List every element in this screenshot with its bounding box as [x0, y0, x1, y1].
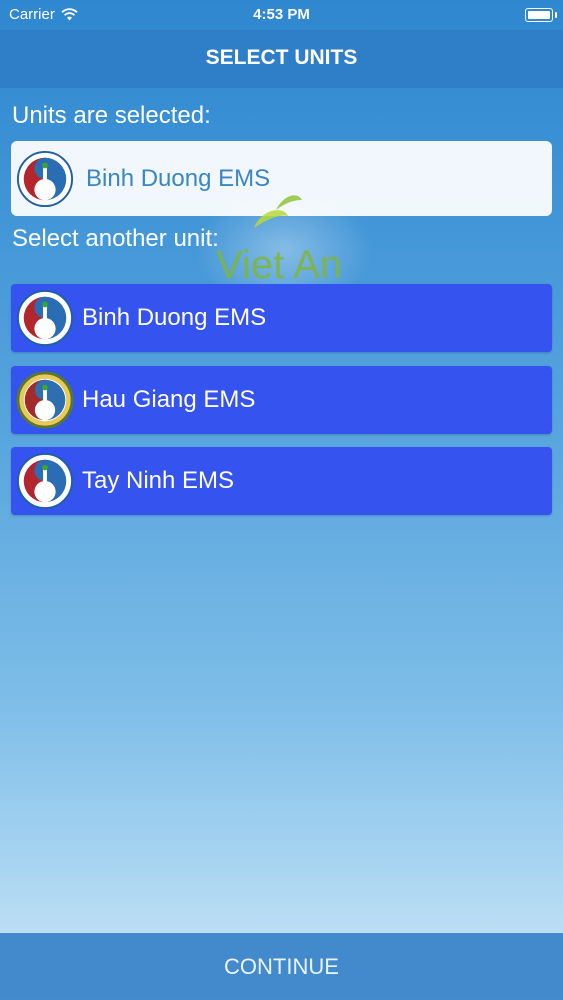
unit-button-binh-duong[interactable]: Binh Duong EMS	[11, 284, 552, 352]
tnmt-logo-icon	[16, 452, 74, 510]
unit-name: Binh Duong EMS	[82, 304, 267, 331]
hau-giang-logo-icon	[16, 371, 74, 429]
unit-name: Hau Giang EMS	[82, 386, 256, 413]
selected-units-label: Units are selected:	[12, 102, 211, 129]
nav-bar: SELECT UNITS	[0, 30, 563, 88]
select-another-unit-label: Select another unit:	[12, 225, 219, 252]
clock: 4:53 PM	[253, 6, 310, 23]
unit-button-hau-giang[interactable]: Hau Giang EMS	[11, 366, 552, 434]
continue-button[interactable]: CONTINUE	[0, 933, 563, 1000]
unit-button-tay-ninh[interactable]: Tay Ninh EMS	[11, 447, 552, 515]
status-bar: Carrier 4:53 PM	[0, 0, 563, 30]
battery-icon	[525, 8, 557, 22]
watermark-text: Viet An	[216, 243, 342, 287]
tnmt-logo-icon	[16, 150, 74, 207]
unit-name: Tay Ninh EMS	[82, 467, 235, 494]
page-title: SELECT UNITS	[205, 46, 358, 69]
tnmt-logo-icon	[16, 289, 74, 347]
